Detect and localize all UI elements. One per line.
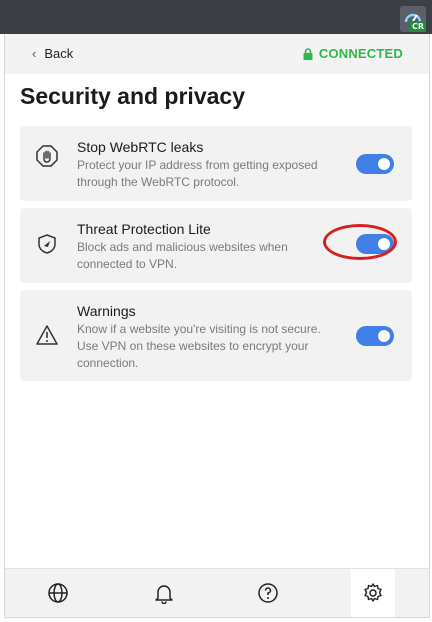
bell-icon [155, 585, 173, 604]
browser-toolbar: CR [0, 0, 432, 34]
help-icon [258, 583, 278, 603]
setting-card-warnings: Warnings Know if a website you're visiti… [20, 290, 412, 381]
nav-settings-button[interactable] [351, 569, 395, 617]
back-label: Back [44, 46, 74, 61]
setting-label: Threat Protection Lite [77, 221, 211, 237]
back-button[interactable]: ‹ Back [32, 46, 73, 61]
toggle-switch-webrtc[interactable] [356, 154, 394, 174]
nav-help-button[interactable] [246, 569, 290, 617]
status-label: CONNECTED [318, 46, 403, 61]
extension-popup: ‹ Back CONNECTED Security and privacy St… [4, 34, 430, 618]
page-title: Security and privacy [20, 83, 245, 109]
setting-label: Warnings [77, 303, 136, 319]
lock-icon [303, 47, 313, 60]
toggle-knob [378, 238, 390, 250]
nav-globe-button[interactable] [36, 569, 80, 617]
globe-icon [48, 583, 68, 603]
setting-description: Know if a website you're visiting is not… [77, 322, 321, 370]
setting-description: Protect your IP address from getting exp… [77, 158, 318, 189]
toggle-switch-warnings[interactable] [356, 326, 394, 346]
setting-card-threat-protection: Threat Protection Lite Block ads and mal… [20, 208, 412, 283]
extension-button[interactable]: CR [400, 6, 426, 32]
toggle-knob [378, 330, 390, 342]
gear-icon [364, 583, 382, 602]
nav-notifications-button[interactable] [142, 569, 186, 617]
shield-icon [38, 234, 56, 254]
popup-header: ‹ Back CONNECTED [5, 34, 429, 74]
setting-description: Block ads and malicious websites when co… [77, 240, 288, 271]
toggle-knob [378, 158, 390, 170]
bottom-nav [5, 568, 429, 617]
warning-icon [36, 325, 58, 345]
connection-status: CONNECTED [303, 46, 403, 61]
setting-card-webrtc: Stop WebRTC leaks Protect your IP addres… [20, 126, 412, 201]
toggle-switch-threat-protection[interactable] [356, 234, 394, 254]
setting-label: Stop WebRTC leaks [77, 139, 204, 155]
hand-stop-icon [36, 145, 58, 167]
chevron-left-icon: ‹ [32, 46, 37, 61]
extension-badge: CR [409, 21, 426, 32]
